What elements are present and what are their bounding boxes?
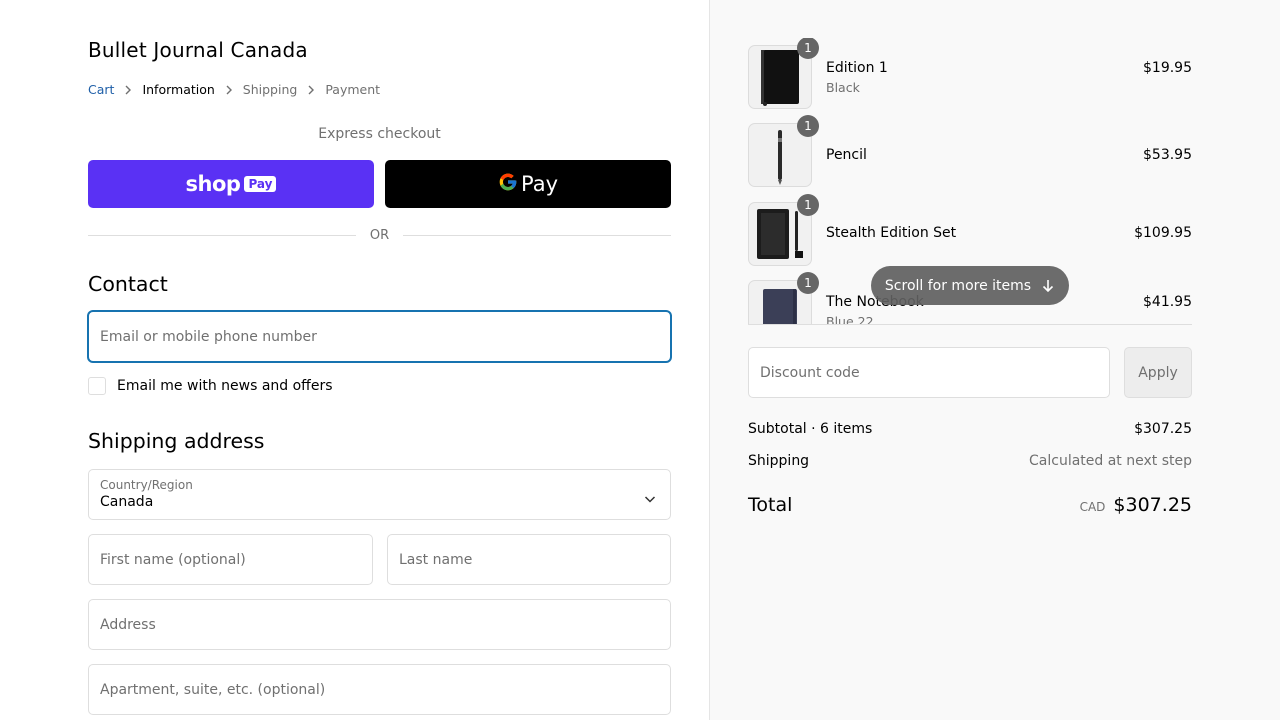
scroll-more-items-button[interactable]: Scroll for more items	[871, 266, 1069, 305]
scroll-hint-text: Scroll for more items	[884, 277, 1032, 294]
subtotal-label: Subtotal · 6 items	[748, 421, 873, 437]
item-price: $53.95	[1143, 147, 1192, 163]
apply-discount-button[interactable]: Apply	[1124, 347, 1192, 398]
express-checkout-label: Express checkout	[318, 126, 441, 142]
chevron-right-icon	[297, 85, 325, 95]
last-name-field[interactable]	[387, 534, 671, 585]
subtotal-value: $307.25	[1134, 421, 1192, 437]
currency-code: CAD	[1079, 500, 1106, 514]
shop-pay-button[interactable]: shop Pay	[88, 160, 374, 208]
apartment-input[interactable]	[89, 665, 670, 714]
total-amount: CAD $307.25	[1080, 494, 1192, 516]
pencil-icon: 1	[748, 115, 819, 187]
country-select[interactable]: Country/Region Canada	[88, 469, 671, 520]
or-divider: OR	[88, 226, 672, 244]
breadcrumb-information: Information	[142, 82, 215, 97]
google-pay-button[interactable]: Pay	[385, 160, 671, 208]
divider-line	[88, 234, 356, 236]
item-price: $41.95	[1143, 294, 1192, 310]
email-input[interactable]	[89, 312, 670, 361]
address-input[interactable]	[89, 600, 670, 649]
country-select-value: Canada	[100, 494, 154, 510]
first-name-input[interactable]	[89, 535, 372, 584]
checkout-form-panel: Bullet Journal Canada Cart Information S…	[0, 0, 709, 720]
item-name: Edition 1	[826, 60, 888, 76]
item-name: Pencil	[826, 147, 867, 163]
last-name-input[interactable]	[388, 535, 670, 584]
quantity-badge: 1	[797, 194, 819, 216]
discount-code-input[interactable]	[749, 348, 1109, 397]
store-title: Bullet Journal Canada	[88, 38, 308, 62]
subtotal-row: Subtotal · 6 items $307.25	[748, 421, 1192, 437]
shop-pay-logo-text: shop	[185, 172, 241, 196]
quantity-badge: 1	[797, 115, 819, 137]
item-variant: Blue 22	[826, 314, 874, 325]
breadcrumb: Cart Information Shipping Payment	[88, 82, 380, 97]
address-field[interactable]	[88, 599, 671, 650]
apartment-field[interactable]	[88, 664, 671, 715]
quantity-badge: 1	[797, 38, 819, 59]
item-price: $19.95	[1143, 60, 1192, 76]
country-select-label: Country/Region	[100, 478, 193, 492]
total-row: Total CAD $307.25	[748, 494, 1192, 516]
chevron-down-icon	[644, 489, 656, 508]
list-item: 1 Pencil $53.95	[748, 115, 1192, 187]
shipping-row: Shipping Calculated at next step	[748, 453, 1192, 469]
google-pay-text: Pay	[520, 172, 559, 196]
black-notebook-icon: 1	[748, 38, 819, 109]
arrow-down-icon	[1041, 279, 1055, 293]
email-field[interactable]	[88, 311, 671, 362]
notebook-set-icon: 1	[748, 194, 819, 266]
or-text: OR	[369, 227, 390, 243]
contact-heading: Contact	[88, 272, 168, 296]
list-item: 1 Stealth Edition Set $109.95	[748, 194, 1192, 266]
total-value: $307.25	[1113, 494, 1192, 516]
shop-pay-badge: Pay	[244, 176, 277, 192]
item-name: Stealth Edition Set	[826, 225, 957, 241]
item-variant: Black	[826, 80, 860, 95]
news-offers-label[interactable]: Email me with news and offers	[117, 378, 333, 394]
breadcrumb-cart[interactable]: Cart	[88, 82, 114, 97]
quantity-badge: 1	[797, 272, 819, 294]
first-name-field[interactable]	[88, 534, 373, 585]
breadcrumb-payment: Payment	[325, 82, 381, 97]
news-offers-checkbox-row[interactable]: Email me with news and offers	[88, 377, 333, 395]
google-g-icon	[498, 172, 518, 196]
chevron-right-icon	[215, 85, 243, 95]
total-label: Total	[748, 494, 793, 516]
divider-line	[403, 234, 672, 236]
shipping-label: Shipping	[748, 453, 810, 469]
discount-code-field[interactable]	[748, 347, 1110, 398]
shipping-address-heading: Shipping address	[88, 429, 265, 453]
item-price: $109.95	[1134, 225, 1192, 241]
chevron-right-icon	[114, 85, 142, 95]
blue-notebook-icon: 1	[748, 272, 819, 324]
news-offers-checkbox[interactable]	[88, 377, 106, 395]
shipping-value: Calculated at next step	[1029, 453, 1192, 469]
breadcrumb-shipping: Shipping	[242, 82, 298, 97]
list-item: 1 Edition 1 Black $19.95	[748, 38, 1192, 109]
